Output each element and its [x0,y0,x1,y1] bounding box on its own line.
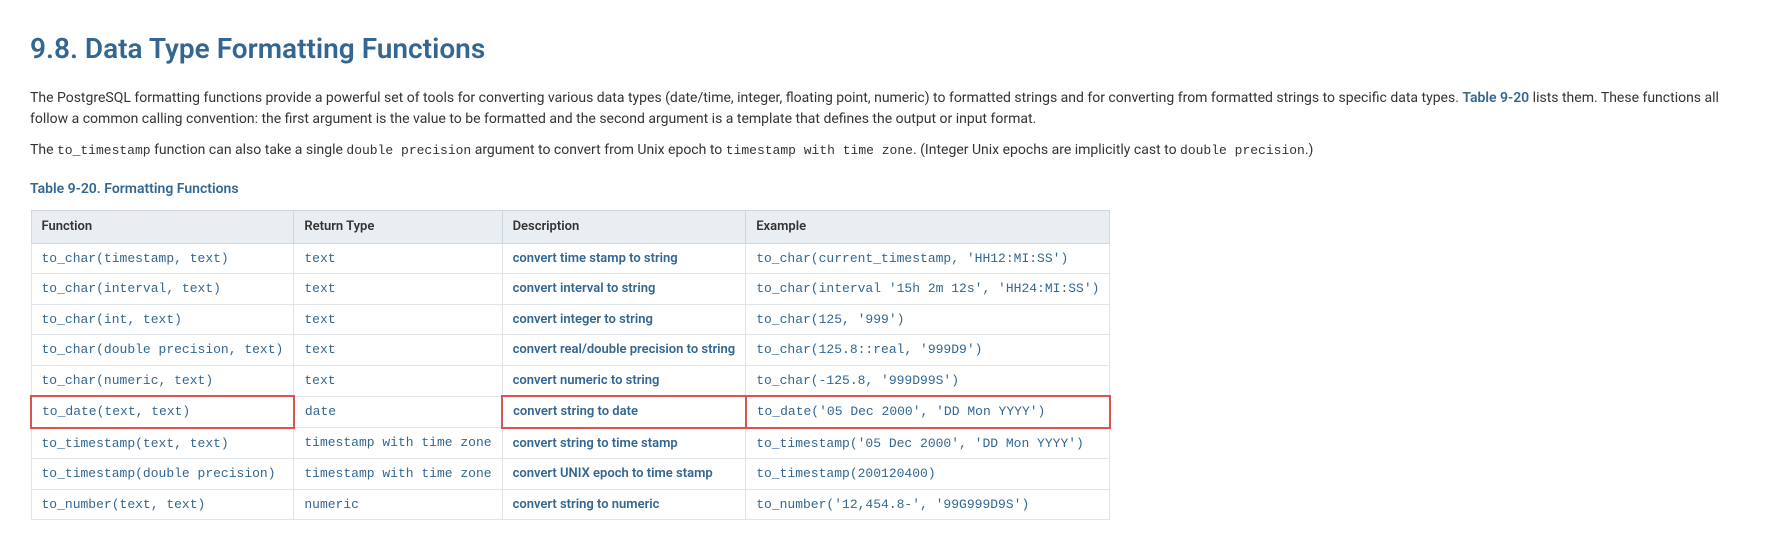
intro-paragraph-1: The PostgreSQL formatting functions prov… [30,88,1756,130]
table-row: to_number(text, text)numericconvert stri… [31,489,1110,520]
col-header-example: Example [746,211,1110,244]
cell-function: to_char(numeric, text) [31,365,294,396]
cell-example: to_char(-125.8, '999D99S') [746,365,1110,396]
cell-description: convert interval to string [502,274,746,305]
cell-function: to_date(text, text) [31,396,294,428]
cell-function: to_number(text, text) [31,489,294,520]
cell-function: to_char(int, text) [31,304,294,335]
cell-example: to_char(125, '999') [746,304,1110,335]
cell-return-type: date [294,396,502,428]
cell-return-type: timestamp with time zone [294,428,502,459]
cell-example: to_char(125.8::real, '999D9') [746,335,1110,366]
cell-function: to_timestamp(double precision) [31,459,294,490]
intro-p1-text-a: The PostgreSQL formatting functions prov… [30,90,1462,106]
cell-description: convert integer to string [502,304,746,335]
cell-example: to_char(interval '15h 2m 12s', 'HH24:MI:… [746,274,1110,305]
cell-return-type: text [294,243,502,274]
code-double-precision-1: double precision [346,143,471,158]
cell-description: convert numeric to string [502,365,746,396]
col-header-return-type: Return Type [294,211,502,244]
table-row: to_char(int, text)textconvert integer to… [31,304,1110,335]
cell-return-type: text [294,274,502,305]
code-to-timestamp: to_timestamp [57,143,151,158]
page-title: 9.8. Data Type Formatting Functions [30,28,1756,70]
cell-function: to_char(timestamp, text) [31,243,294,274]
cell-description: convert string to numeric [502,489,746,520]
table-header-row: Function Return Type Description Example [31,211,1110,244]
cell-function: to_timestamp(text, text) [31,428,294,459]
intro-p2-text-d: . (Integer Unix epochs are implicitly ca… [913,142,1180,158]
cell-return-type: numeric [294,489,502,520]
intro-p2-text-a: The [30,142,57,158]
cell-description: convert time stamp to string [502,243,746,274]
formatting-functions-table: Function Return Type Description Example… [30,210,1111,520]
cell-description: convert UNIX epoch to time stamp [502,459,746,490]
table-row: to_char(double precision, text)textconve… [31,335,1110,366]
code-timestamp-tz: timestamp with time zone [726,143,913,158]
code-double-precision-2: double precision [1180,143,1305,158]
cell-function: to_char(interval, text) [31,274,294,305]
cell-description: convert string to date [502,396,746,428]
table-row: to_timestamp(text, text)timestamp with t… [31,428,1110,459]
col-header-function: Function [31,211,294,244]
cell-example: to_timestamp('05 Dec 2000', 'DD Mon YYYY… [746,428,1110,459]
cell-description: convert string to time stamp [502,428,746,459]
intro-p2-text-c: argument to convert from Unix epoch to [471,142,726,158]
table-row: to_date(text, text)dateconvert string to… [31,396,1110,428]
cell-return-type: text [294,335,502,366]
cell-return-type: text [294,304,502,335]
intro-paragraph-2: The to_timestamp function can also take … [30,140,1756,161]
table-link[interactable]: Table 9-20 [1462,90,1529,106]
cell-example: to_timestamp(200120400) [746,459,1110,490]
col-header-description: Description [502,211,746,244]
table-row: to_char(numeric, text)textconvert numeri… [31,365,1110,396]
table-caption: Table 9-20. Formatting Functions [30,179,1756,200]
cell-description: convert real/double precision to string [502,335,746,366]
cell-example: to_date('05 Dec 2000', 'DD Mon YYYY') [746,396,1110,428]
cell-return-type: text [294,365,502,396]
cell-return-type: timestamp with time zone [294,459,502,490]
table-row: to_char(interval, text)textconvert inter… [31,274,1110,305]
table-row: to_char(timestamp, text)textconvert time… [31,243,1110,274]
intro-p2-text-b: function can also take a single [151,142,347,158]
table-row: to_timestamp(double precision)timestamp … [31,459,1110,490]
cell-function: to_char(double precision, text) [31,335,294,366]
cell-example: to_char(current_timestamp, 'HH12:MI:SS') [746,243,1110,274]
intro-p2-text-e: .) [1305,142,1314,158]
cell-example: to_number('12,454.8-', '99G999D9S') [746,489,1110,520]
